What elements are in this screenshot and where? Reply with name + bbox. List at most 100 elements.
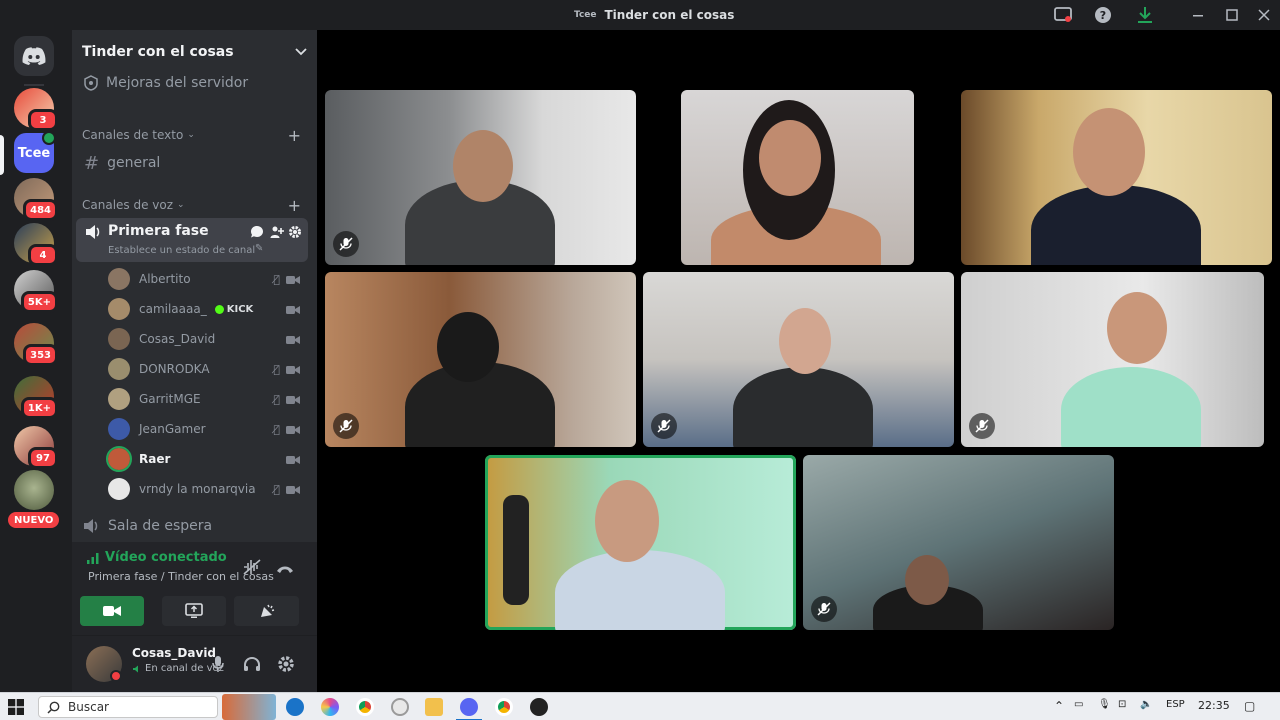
chrome-icon[interactable] bbox=[495, 698, 513, 716]
text-category-label: Canales de texto bbox=[82, 128, 184, 142]
avatar bbox=[108, 328, 130, 350]
svg-text:?: ? bbox=[1100, 9, 1106, 22]
voice-channel-sala-de-espera[interactable]: Sala de espera bbox=[80, 515, 309, 537]
video-tile[interactable] bbox=[325, 90, 636, 265]
boost-link[interactable]: Mejoras del servidor bbox=[80, 72, 309, 94]
deafen-button[interactable] bbox=[240, 652, 264, 676]
server-folder[interactable]: 1K+ bbox=[14, 376, 58, 419]
voice-channel-label: Primera fase bbox=[108, 223, 209, 239]
chevron-up-icon[interactable]: ⌃ bbox=[1054, 699, 1064, 713]
participant-body bbox=[555, 550, 725, 630]
close-icon[interactable] bbox=[1254, 5, 1274, 25]
help-icon[interactable]: ? bbox=[1093, 5, 1113, 25]
kick-label: KICK bbox=[226, 303, 254, 315]
clock[interactable]: 22:35 bbox=[1198, 699, 1230, 712]
voice-channel-primera-fase[interactable]: Primera fase Establece un estado de cana… bbox=[76, 218, 308, 262]
voice-user[interactable]: Cosas_David bbox=[108, 325, 304, 353]
server-icon[interactable] bbox=[14, 470, 54, 510]
video-tile[interactable] bbox=[961, 272, 1264, 447]
mic-button[interactable] bbox=[206, 652, 230, 676]
window-title-group: Tcee Tinder con el cosas bbox=[574, 0, 734, 30]
voice-user[interactable]: Albertito 🎙̸ bbox=[108, 265, 304, 293]
maximize-icon[interactable] bbox=[1222, 5, 1242, 25]
chevron-down-icon: ⌄ bbox=[187, 130, 195, 140]
windows-start-icon[interactable] bbox=[8, 699, 24, 719]
server-icon[interactable]: 4 bbox=[14, 223, 58, 266]
avatar bbox=[108, 388, 130, 410]
invite-user-icon[interactable] bbox=[270, 225, 284, 239]
video-tile-speaking[interactable] bbox=[485, 455, 796, 630]
video-tile[interactable] bbox=[803, 455, 1114, 630]
network-icon[interactable]: ⊡ bbox=[1118, 699, 1126, 710]
server-icon[interactable]: 97 bbox=[14, 426, 58, 469]
volume-icon[interactable]: 🔈 bbox=[1140, 699, 1152, 710]
avatar bbox=[108, 478, 130, 500]
text-category-header[interactable]: Canales de texto ⌄ + bbox=[80, 126, 309, 145]
user-settings-button[interactable] bbox=[274, 652, 298, 676]
language-indicator[interactable]: ESP bbox=[1166, 699, 1185, 710]
video-tile[interactable] bbox=[961, 90, 1272, 265]
new-badge: NUEVO bbox=[8, 512, 60, 528]
edge-browser-icon[interactable] bbox=[286, 698, 304, 716]
download-icon[interactable] bbox=[1135, 5, 1155, 25]
soundboard-button[interactable] bbox=[235, 596, 299, 626]
chat-bubble-icon[interactable] bbox=[250, 225, 264, 239]
add-channel-icon[interactable]: + bbox=[288, 196, 301, 215]
muted-mic-icon: 🎙̸ bbox=[273, 392, 280, 406]
microphone-tray-icon[interactable]: 🎙 bbox=[1098, 699, 1111, 710]
voice-user-name: camilaaaa_ bbox=[139, 302, 207, 316]
server-icon-tcee[interactable]: Tcee bbox=[14, 131, 56, 173]
mention-badge: 1K+ bbox=[20, 397, 58, 419]
gear-icon[interactable] bbox=[288, 225, 302, 239]
search-highlight-image bbox=[222, 694, 276, 720]
voice-user[interactable]: vrndy la monarqvia 🎙̸ bbox=[108, 475, 304, 503]
voice-category-header[interactable]: Canales de voz ⌄ + bbox=[80, 196, 309, 215]
muted-mic-icon: 🎙̸ bbox=[273, 482, 280, 496]
hash-icon: # bbox=[84, 152, 100, 174]
participant-head bbox=[779, 308, 831, 374]
voice-user[interactable]: JeanGamer 🎙̸ bbox=[108, 415, 304, 443]
server-icon[interactable]: 484 bbox=[14, 178, 58, 221]
avatar bbox=[108, 418, 130, 440]
chrome-icon[interactable] bbox=[356, 698, 374, 716]
disconnect-icon[interactable] bbox=[275, 560, 295, 579]
voice-user[interactable]: GarritMGE 🎙̸ bbox=[108, 385, 304, 413]
screen-share-button[interactable] bbox=[162, 596, 226, 626]
camera-button[interactable] bbox=[80, 596, 144, 626]
video-tile[interactable] bbox=[325, 272, 636, 447]
video-tile[interactable] bbox=[643, 272, 954, 447]
server-folder[interactable]: 5K+ bbox=[14, 270, 58, 313]
server-logo-small: Tcee bbox=[574, 10, 597, 20]
add-channel-icon[interactable]: + bbox=[288, 126, 301, 145]
copilot-icon[interactable] bbox=[321, 698, 339, 716]
app-icon[interactable] bbox=[391, 698, 409, 716]
video-camera-icon bbox=[286, 390, 300, 409]
noise-suppression-icon[interactable] bbox=[242, 558, 262, 580]
voice-active-indicator bbox=[42, 131, 56, 145]
windows-taskbar: Buscar ⌃ ▭ 🎙 ⊡ 🔈 ESP 22:35 ▢ bbox=[0, 692, 1280, 720]
discord-home-button[interactable] bbox=[14, 36, 54, 76]
voice-user[interactable]: Raer bbox=[106, 445, 304, 473]
voice-user[interactable]: DONRODKA 🎙̸ bbox=[108, 355, 304, 383]
mention-badge: 484 bbox=[23, 199, 58, 221]
server-folder[interactable]: 353 bbox=[14, 323, 58, 366]
voice-user[interactable]: camilaaaa_ KICK bbox=[108, 295, 304, 323]
notifications-icon[interactable]: ▢ bbox=[1244, 699, 1255, 713]
channel-label: general bbox=[107, 155, 161, 171]
inbox-icon[interactable] bbox=[1053, 5, 1073, 25]
participant-head bbox=[905, 555, 949, 605]
taskbar-search-input[interactable]: Buscar bbox=[38, 696, 218, 718]
channel-status-prompt[interactable]: Establece un estado de canal bbox=[108, 245, 255, 256]
minimize-icon[interactable] bbox=[1188, 5, 1208, 25]
video-tile[interactable] bbox=[681, 90, 914, 265]
server-icon[interactable]: 3 bbox=[14, 88, 58, 131]
discord-taskbar-icon[interactable] bbox=[460, 698, 478, 716]
rail-separator bbox=[24, 84, 44, 86]
server-header[interactable]: Tinder con el cosas bbox=[72, 30, 317, 74]
title-bar: Tcee Tinder con el cosas ? bbox=[0, 0, 1280, 30]
boost-label: Mejoras del servidor bbox=[106, 75, 249, 91]
battery-icon[interactable]: ▭ bbox=[1074, 699, 1083, 710]
channel-general[interactable]: # general bbox=[80, 151, 309, 175]
obs-icon[interactable] bbox=[530, 698, 548, 716]
file-explorer-icon[interactable] bbox=[425, 698, 443, 716]
